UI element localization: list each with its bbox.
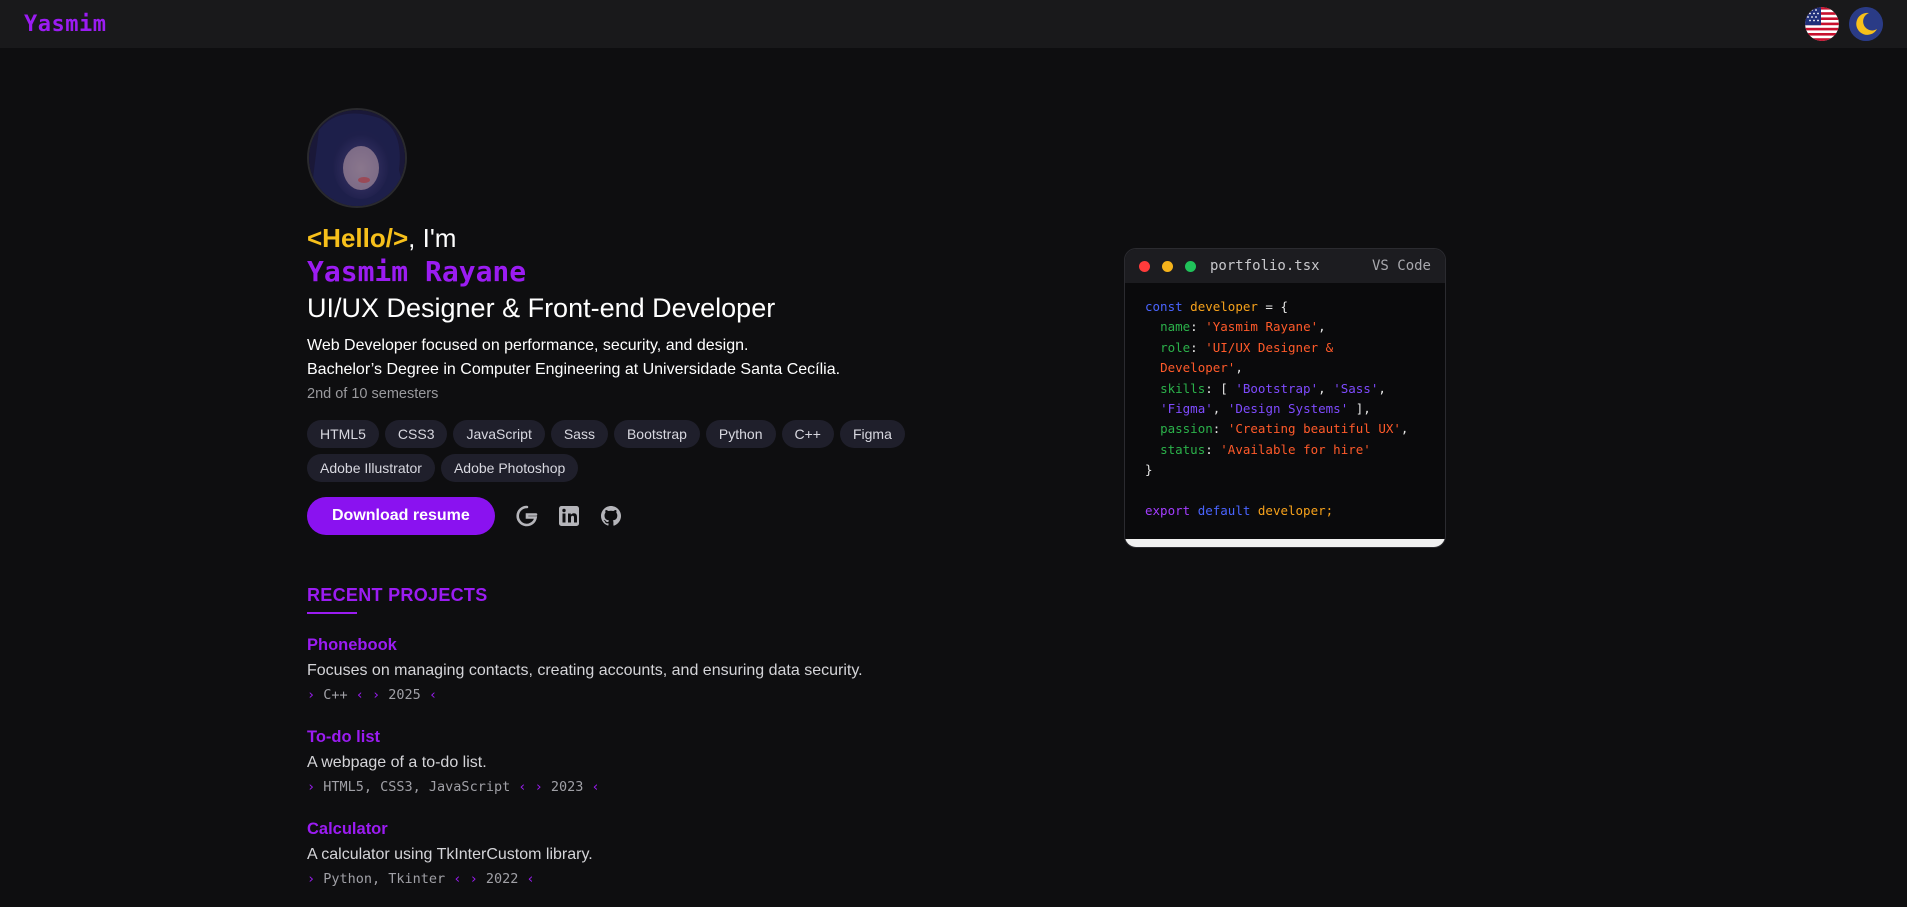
close-dot-icon <box>1139 260 1150 272</box>
project-description: A webpage of a to-do list. <box>307 754 487 771</box>
skill-chip: Sass <box>550 420 608 448</box>
skill-chip: Figma <box>839 420 905 448</box>
section-underline <box>307 612 357 614</box>
skill-chip: Bootstrap <box>613 420 700 448</box>
code-token: status <box>1160 441 1206 457</box>
recent-projects-heading: RECENT PROJECTS <box>307 585 488 605</box>
code-body: const developer = { name: 'Yasmim Rayane… <box>1145 299 1409 519</box>
code-token: export <box>1145 503 1191 519</box>
code-token: 'Sass' <box>1333 380 1379 396</box>
minimize-dot-icon <box>1162 260 1173 272</box>
avatar <box>307 108 407 208</box>
project-description: A calculator using TkInterCustom library… <box>307 846 593 863</box>
code-token: name <box>1160 319 1191 335</box>
top-actions <box>1805 7 1883 41</box>
code-token: default <box>1197 503 1251 519</box>
linkedin-icon[interactable] <box>557 504 581 528</box>
project-year: 2023 <box>550 779 584 795</box>
code-token: Developer' <box>1160 360 1236 376</box>
language-us-flag-icon[interactable] <box>1805 7 1839 41</box>
code-token: developer; <box>1257 503 1334 519</box>
skills-list: HTML5 CSS3 JavaScript Sass Bootstrap Pyt… <box>307 420 947 482</box>
project-item: To-do list A webpage of a to-do list. › … <box>307 726 1007 798</box>
project-title[interactable]: Phonebook <box>307 634 1007 656</box>
project-tech: Python, Tkinter <box>323 871 446 887</box>
google-icon[interactable] <box>515 504 539 528</box>
project-description: Focuses on managing contacts, creating a… <box>307 662 863 679</box>
full-name: Yasmim Rayane <box>307 255 527 288</box>
social-links <box>515 504 623 528</box>
skill-chip: Adobe Illustrator <box>307 454 435 482</box>
dark-mode-moon-icon[interactable] <box>1849 7 1883 41</box>
code-token: passion <box>1160 421 1213 437</box>
github-icon[interactable] <box>599 504 623 528</box>
project-meta: › Python, Tkinter ‹ › 2022 ‹ <box>307 871 535 887</box>
hello-tag: <Hello/> <box>307 223 409 253</box>
maximize-dot-icon <box>1185 260 1196 272</box>
code-window-footer <box>1125 539 1445 547</box>
project-meta: › HTML5, CSS3, JavaScript ‹ › 2023 ‹ <box>307 779 600 795</box>
project-tech: C++ <box>323 687 348 703</box>
hero-actions: Download resume <box>307 497 1007 535</box>
code-token: 'UI/UX Designer & <box>1205 339 1334 355</box>
project-meta: › C++ ‹ › 2025 ‹ <box>307 687 438 703</box>
skill-chip: C++ <box>781 420 834 448</box>
skill-chip: JavaScript <box>453 420 545 448</box>
hello-line: <Hello/>, I'm <box>307 222 1007 254</box>
code-token: role <box>1160 339 1191 355</box>
code-token: developer <box>1190 299 1258 314</box>
skill-chip: CSS3 <box>384 420 448 448</box>
code-token: 'Yasmim Rayane' <box>1205 319 1319 335</box>
code-filename: portfolio.tsx <box>1210 258 1320 274</box>
code-token: 'Available for hire' <box>1220 441 1371 457</box>
code-token: 'Bootstrap' <box>1235 380 1319 396</box>
project-year: 2025 <box>388 687 421 703</box>
project-item: Calculator A calculator using TkInterCus… <box>307 818 1007 890</box>
hero-section: <Hello/>, I'm Yasmim Rayane UI/UX Design… <box>307 108 1007 890</box>
project-item: Phonebook Focuses on managing contacts, … <box>307 634 1007 706</box>
code-editor-name: VS Code <box>1371 258 1431 274</box>
skill-chip: Python <box>705 420 776 448</box>
brand-logo[interactable]: Yasmim <box>24 12 106 37</box>
bio-line-2: Bachelor’s Degree in Computer Engineerin… <box>307 361 841 378</box>
hello-rest: , I'm <box>408 223 457 253</box>
code-token: 'Creating beautiful UX' <box>1227 421 1401 437</box>
bio-line-1: Web Developer focused on performance, se… <box>307 337 749 354</box>
skill-chip: Adobe Photoshop <box>440 454 579 482</box>
project-year: 2022 <box>485 871 519 887</box>
project-title[interactable]: To-do list <box>307 726 1007 748</box>
download-resume-button[interactable]: Download resume <box>307 497 495 535</box>
bio: Web Developer focused on performance, se… <box>307 334 1007 382</box>
project-title[interactable]: Calculator <box>307 818 1007 840</box>
code-window: portfolio.tsx VS Code const developer = … <box>1124 248 1446 548</box>
project-tech: HTML5, CSS3, JavaScript <box>323 779 511 795</box>
role-title: UI/UX Designer & Front-end Developer <box>307 293 776 323</box>
code-token: 'Design Systems' <box>1227 401 1349 417</box>
code-token: 'Figma' <box>1160 401 1213 417</box>
top-navbar: Yasmim <box>0 0 1907 48</box>
code-window-titlebar: portfolio.tsx VS Code <box>1125 249 1445 283</box>
code-token: skills <box>1160 380 1206 396</box>
code-token: const <box>1145 299 1183 314</box>
semester-text: 2nd of 10 semesters <box>307 386 439 402</box>
skill-chip: HTML5 <box>307 420 379 448</box>
